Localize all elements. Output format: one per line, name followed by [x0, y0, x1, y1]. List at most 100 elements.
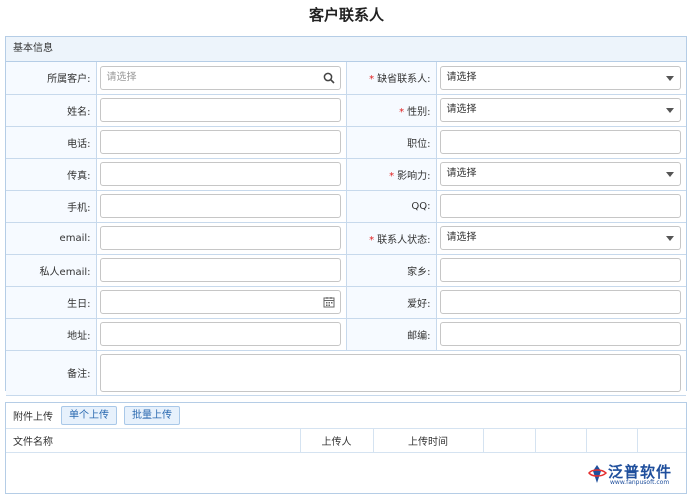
- gender-select[interactable]: 请选择: [439, 98, 681, 122]
- address-label: 地址:: [67, 330, 91, 342]
- remark-label: 备注:: [67, 369, 91, 380]
- chevron-down-icon[interactable]: [666, 236, 674, 241]
- required-asterisk: *: [369, 74, 375, 86]
- customer-label: 所属客户:: [47, 74, 91, 86]
- attachment-toolbar: 附件上传 单个上传 批量上传: [6, 403, 686, 429]
- name-cell: [95, 93, 347, 127]
- default-contact-cell: 请选择: [435, 62, 686, 95]
- contact-status-cell: 请选择: [435, 221, 686, 255]
- gender-select-value: 请选择: [446, 104, 477, 115]
- gender-label: 性别:: [407, 106, 431, 118]
- email-label: email:: [59, 232, 91, 244]
- contact-status-select-value: 请选择: [446, 232, 477, 243]
- attachment-column-header: 文件名称: [6, 429, 301, 453]
- position-label: 职位:: [407, 138, 431, 150]
- mobile-label: 手机:: [67, 202, 91, 214]
- page-title: 客户联系人: [308, 6, 384, 24]
- mobile-cell: [95, 189, 347, 223]
- influence-select[interactable]: 请选择: [439, 162, 681, 186]
- form-row: 姓名: * 性别: 请选择: [6, 93, 686, 127]
- chevron-down-icon[interactable]: [666, 108, 674, 113]
- hometown-label-cell: 家乡:: [345, 253, 437, 287]
- name-input[interactable]: [99, 98, 341, 122]
- default-contact-label-cell: * 缺省联系人:: [345, 62, 437, 95]
- required-asterisk: *: [369, 234, 375, 246]
- address-label-cell: 地址:: [6, 317, 97, 351]
- brand-logo-url: www.fanpusoft.com: [610, 479, 670, 486]
- email-cell: [95, 221, 347, 255]
- hobby-label: 爱好:: [407, 298, 431, 310]
- address-input[interactable]: [99, 322, 341, 346]
- calendar-icon[interactable]: [323, 296, 335, 308]
- form-row: email: * 联系人状态: 请选择: [6, 221, 686, 255]
- mobile-input[interactable]: [99, 194, 341, 218]
- email-label-cell: email:: [6, 221, 97, 255]
- form-row: 手机: QQ:: [6, 189, 686, 223]
- birthday-cell: [95, 285, 347, 319]
- name-label-cell: 姓名:: [6, 93, 97, 127]
- private-email-input[interactable]: [99, 258, 341, 282]
- address-cell: [95, 317, 347, 351]
- contact-status-label-cell: * 联系人状态:: [345, 221, 437, 255]
- email-input[interactable]: [99, 226, 341, 250]
- phone-label: 电话:: [67, 138, 91, 150]
- mobile-label-cell: 手机:: [6, 189, 97, 223]
- qq-input[interactable]: [439, 194, 681, 218]
- form-row: 生日: 爱好:: [6, 285, 686, 319]
- customer-cell: 请选择: [95, 62, 347, 95]
- birthday-label: 生日:: [67, 298, 91, 310]
- birthday-input[interactable]: [99, 290, 341, 314]
- position-input[interactable]: [439, 130, 681, 154]
- postcode-input[interactable]: [439, 322, 681, 346]
- form-row: 地址: 邮编:: [6, 317, 686, 351]
- qq-cell: [435, 189, 686, 223]
- birthday-label-cell: 生日:: [6, 285, 97, 319]
- private-email-cell: [95, 253, 347, 287]
- chevron-down-icon[interactable]: [666, 172, 674, 177]
- phone-cell: [95, 125, 347, 159]
- fax-cell: [95, 157, 347, 191]
- attachment-column-header: [637, 429, 686, 453]
- brand-logo-icon: [588, 465, 608, 483]
- position-label-cell: 职位:: [345, 125, 437, 159]
- attachment-column-header: [586, 429, 638, 453]
- customer-placeholder: 请选择: [106, 71, 137, 83]
- postcode-cell: [435, 317, 686, 351]
- phone-input[interactable]: [99, 130, 341, 154]
- default-contact-select-value: 请选择: [446, 71, 477, 83]
- remark-textarea[interactable]: [99, 353, 681, 392]
- influence-label-cell: * 影响力:: [345, 157, 437, 191]
- attachment-title: 附件上传: [13, 412, 53, 423]
- customer-input[interactable]: 请选择: [99, 65, 341, 90]
- attachment-column-header: [535, 429, 587, 453]
- form-row-remark: 备注:: [6, 349, 686, 396]
- hometown-input[interactable]: [439, 258, 681, 282]
- search-icon[interactable]: [323, 72, 335, 84]
- private-email-label: 私人email:: [39, 266, 91, 278]
- single-upload-button[interactable]: 单个上传: [61, 406, 117, 425]
- contact-status-select[interactable]: 请选择: [439, 226, 681, 250]
- qq-label-cell: QQ:: [345, 189, 437, 223]
- hometown-cell: [435, 253, 686, 287]
- hobby-input[interactable]: [439, 290, 681, 314]
- fax-input[interactable]: [99, 162, 341, 186]
- default-contact-select[interactable]: 请选择: [439, 65, 681, 90]
- basic-info-panel: 基本信息 所属客户: 请选择 * 缺省联系人: 请选择 姓名: * 性别: 请选择 电话: 职位: 传…: [5, 36, 687, 396]
- form-row: 电话: 职位:: [6, 125, 686, 159]
- qq-label: QQ:: [411, 200, 431, 212]
- gender-label-cell: * 性别:: [345, 93, 437, 127]
- gender-cell: 请选择: [435, 93, 686, 127]
- remark-label-cell: 备注:: [6, 349, 97, 396]
- basic-info-form: 所属客户: 请选择 * 缺省联系人: 请选择 姓名: * 性别: 请选择 电话: 职位: 传真: * 影响…: [6, 62, 686, 396]
- form-row: 传真: * 影响力: 请选择: [6, 157, 686, 191]
- default-contact-label: 缺省联系人:: [377, 74, 431, 86]
- chevron-down-icon[interactable]: [666, 75, 674, 81]
- attachment-panel: 附件上传 单个上传 批量上传 文件名称 上传人 上传时间 泛普软件 www.fanp…: [5, 402, 687, 494]
- influence-select-value: 请选择: [446, 168, 477, 179]
- customer-label-cell: 所属客户:: [6, 62, 97, 95]
- hometown-label: 家乡:: [407, 266, 431, 278]
- name-label: 姓名:: [67, 106, 91, 118]
- required-asterisk: *: [389, 170, 395, 182]
- batch-upload-button[interactable]: 批量上传: [124, 406, 180, 425]
- attachment-table: 文件名称 上传人 上传时间: [6, 429, 686, 453]
